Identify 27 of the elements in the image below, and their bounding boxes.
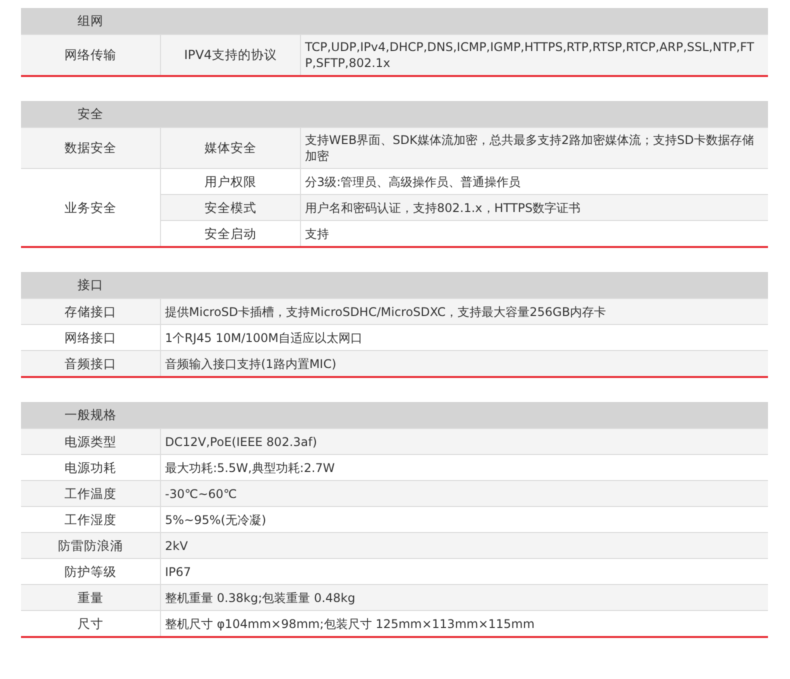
- table-cell-text: 尺寸: [76, 614, 104, 632]
- table-cell-text: 安全启动: [204, 224, 258, 242]
- table-cell-text: 防护等级: [64, 562, 118, 580]
- table-cell-text: 电源功耗: [64, 458, 118, 476]
- table-cell: 支持WEB界面、SDK媒体流加密，总共最多支持2路加密媒体流；支持SD卡数据存储加密: [300, 128, 768, 168]
- table-cell-text: IPV4支持的协议: [183, 46, 278, 64]
- table-cell-text: 媒体安全: [204, 139, 258, 157]
- table-cell: 整机尺寸 φ104mm×98mm;包装尺寸 125mm×113mm×115mm: [160, 611, 768, 636]
- table-cell-text: 存储接口: [64, 302, 118, 320]
- table-cell-text: 音频接口: [64, 354, 118, 372]
- table-cell: 数据安全: [21, 128, 160, 168]
- section-header: 接口: [76, 277, 104, 293]
- table-cell-text: 防雷防浪涌: [57, 536, 124, 554]
- table-cell: 音频输入接口支持(1路内置MIC): [160, 351, 768, 376]
- section-header: 安全: [76, 106, 104, 122]
- table-cell-text: 安全模式: [204, 198, 258, 216]
- table-cell: TCP,UDP,IPv4,DHCP,DNS,ICMP,IGMP,HTTPS,RTP,RTSP,RTCP,ARP,SSL,NTP,FTP,SFTP,802.1x: [300, 35, 768, 75]
- table-cell-text: 重量: [76, 588, 104, 606]
- table-cell: 网络传输: [21, 35, 160, 75]
- table-cell: 支持: [300, 221, 768, 246]
- section-header: 组网: [76, 13, 104, 29]
- table-cell-text: 电源类型: [64, 432, 118, 450]
- table-cell-text: 网络接口: [64, 328, 118, 346]
- table-cell-text: 用户权限: [204, 172, 258, 190]
- table-cell-text: 工作温度: [64, 484, 118, 502]
- table-cell-text: 工作湿度: [64, 510, 118, 528]
- section-header: 一般规格: [64, 407, 118, 423]
